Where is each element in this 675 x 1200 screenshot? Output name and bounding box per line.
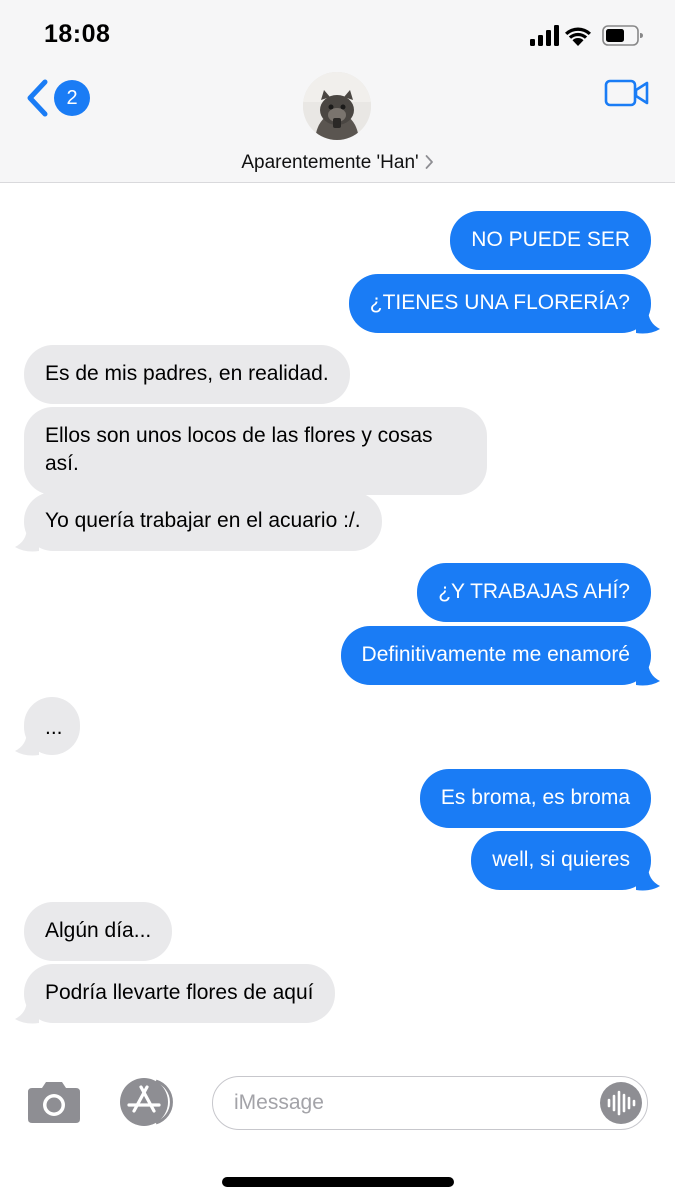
- message-bubble-incoming[interactable]: Algún día...: [24, 902, 173, 961]
- message-input-placeholder: iMessage: [234, 1091, 324, 1114]
- chevron-left-icon: [27, 79, 48, 117]
- camera-button[interactable]: [26, 1079, 82, 1125]
- bubble-tail: [15, 527, 39, 552]
- message-bubble-outgoing[interactable]: Es broma, es broma: [419, 769, 651, 828]
- apps-button[interactable]: [116, 1077, 178, 1127]
- status-icons: [530, 24, 645, 48]
- message-bubble-incoming[interactable]: Podría llevarte flores de aquí: [24, 964, 335, 1023]
- wifi-icon: [565, 27, 591, 46]
- message-bubble-incoming[interactable]: Ellos son unos locos de las flores y cos…: [24, 407, 487, 495]
- contact-name-button[interactable]: Aparentemente 'Han': [0, 152, 675, 174]
- message-bubble-outgoing[interactable]: ¿Y TRABAJAS AHÍ?: [417, 563, 651, 622]
- back-button[interactable]: 2: [24, 76, 96, 120]
- camera-icon: [28, 1082, 80, 1123]
- bubble-tail: [636, 661, 660, 686]
- message-bubble-outgoing[interactable]: ¿TIENES UNA FLORERÍA?: [348, 274, 651, 333]
- bubble-tail: [636, 866, 660, 891]
- message-bubble-incoming[interactable]: Yo quería trabajar en el acuario :/.: [24, 492, 382, 551]
- audio-message-button[interactable]: [600, 1082, 642, 1124]
- video-camera-icon: [604, 79, 649, 107]
- battery-icon: [602, 25, 643, 46]
- bubble-tail: [15, 999, 39, 1024]
- message-list: NO PUEDE SER ¿TIENES UNA FLORERÍA? Es de…: [0, 183, 675, 1048]
- app-store-icon: [120, 1078, 173, 1126]
- status-time: 18:08: [44, 20, 111, 48]
- conversation-header: 18:08 2 Aparentemente 'Han': [0, 0, 675, 183]
- message-bubble-outgoing[interactable]: NO PUEDE SER: [450, 211, 651, 270]
- unread-count-badge: 2: [54, 80, 90, 116]
- video-call-button[interactable]: [604, 78, 650, 108]
- contact-avatar[interactable]: [303, 72, 371, 140]
- message-input-field[interactable]: iMessage: [212, 1076, 648, 1130]
- cellular-signal-icon: [530, 25, 559, 46]
- message-bubble-outgoing[interactable]: Definitivamente me enamoré: [340, 626, 651, 685]
- messages-screen: 18:08 2 Aparentemente 'Han' NO PUEDE SER…: [0, 0, 675, 1200]
- contact-name: Aparentemente 'Han': [241, 152, 419, 173]
- chevron-right-icon: [425, 155, 433, 169]
- home-indicator[interactable]: [222, 1177, 454, 1187]
- message-bubble-incoming[interactable]: Es de mis padres, en realidad.: [24, 345, 350, 404]
- bubble-tail: [636, 309, 660, 334]
- message-bubble-outgoing[interactable]: well, si quieres: [471, 831, 651, 890]
- bubble-tail: [15, 731, 39, 756]
- audio-waveform-icon: [607, 1090, 636, 1116]
